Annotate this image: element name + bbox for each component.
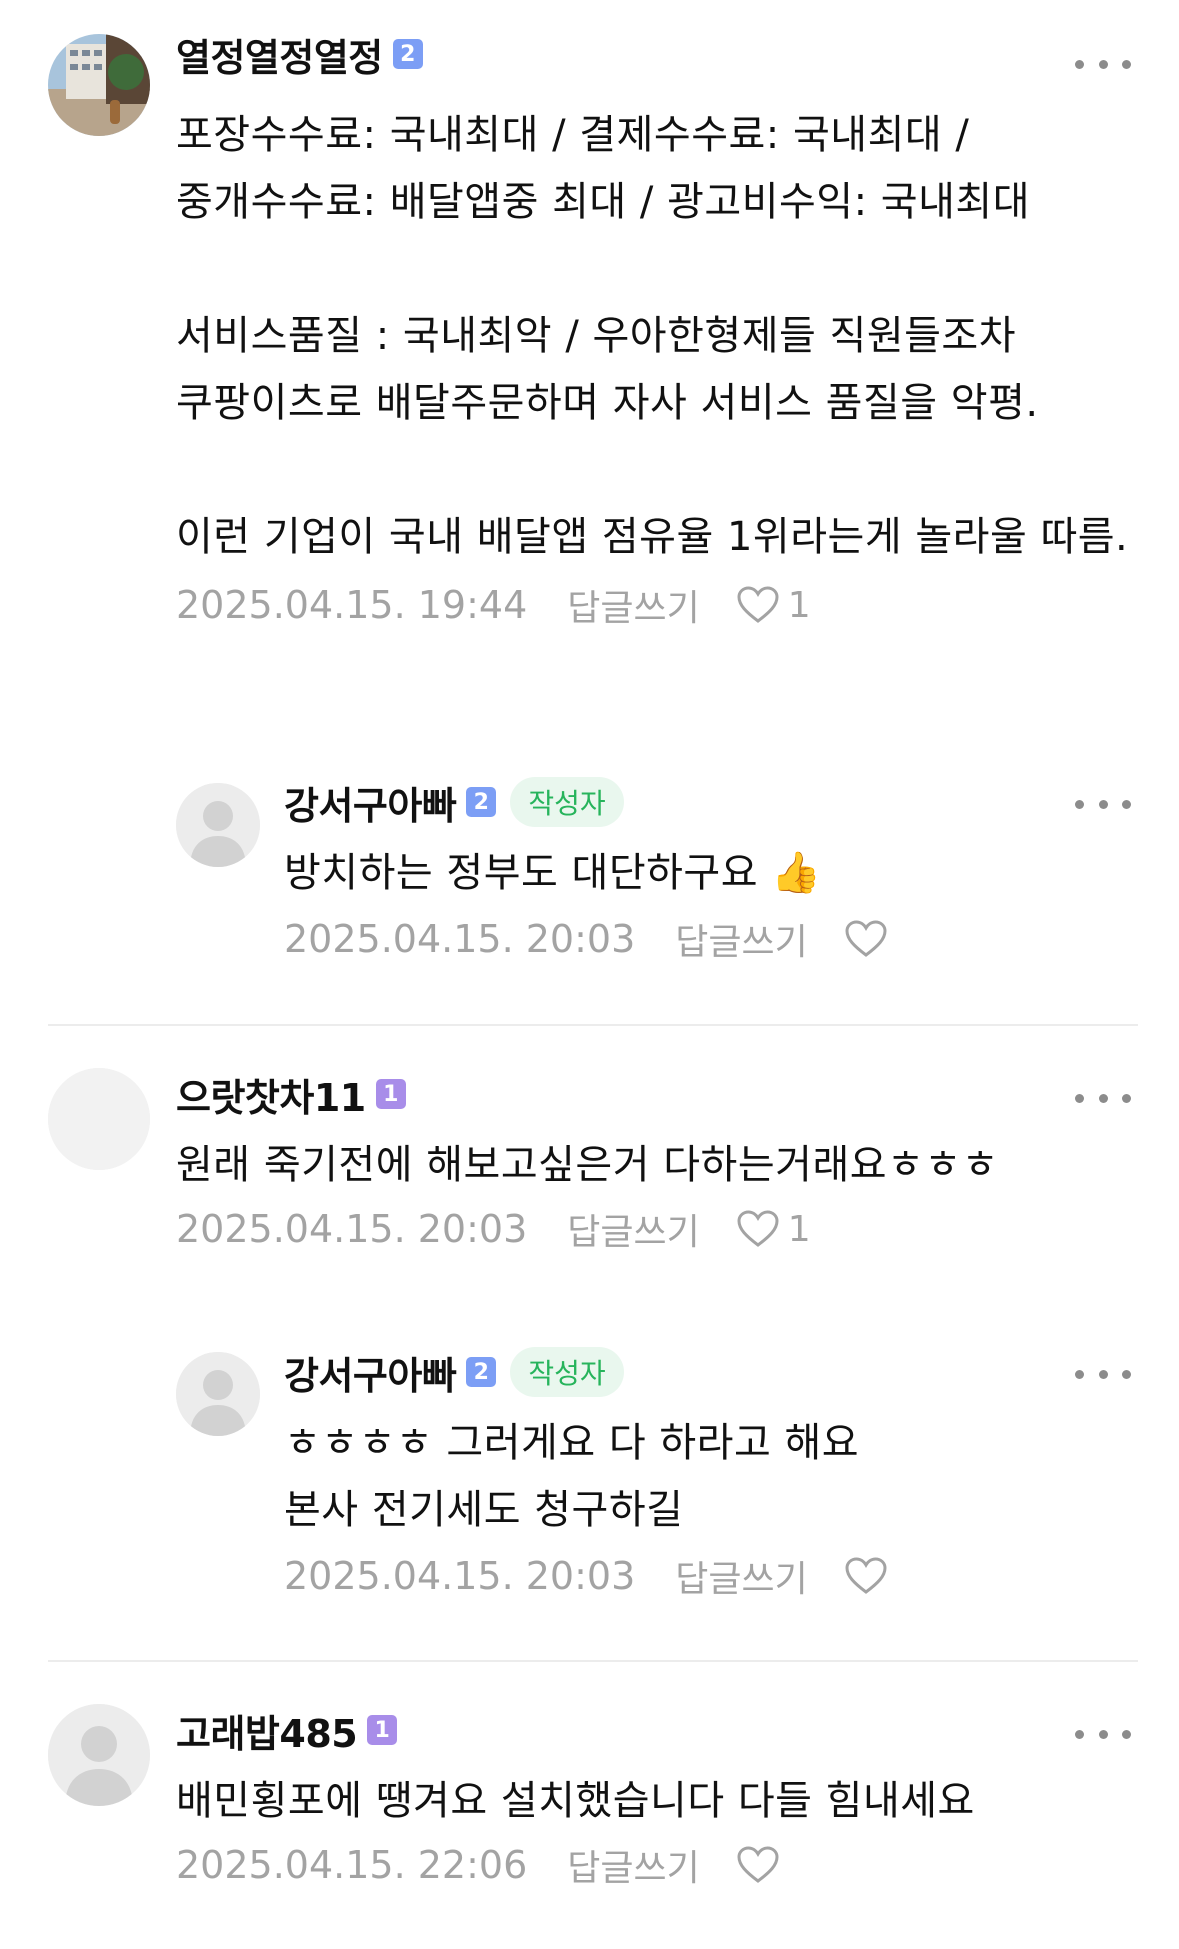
heart-icon — [737, 1210, 779, 1247]
avatar[interactable] — [176, 783, 260, 867]
blank-avatar-icon — [48, 1068, 150, 1170]
dot-icon — [1075, 799, 1084, 809]
dot-icon — [1122, 59, 1131, 69]
comment-text: 방치하는 정부도 대단하구요 👍 — [284, 850, 822, 896]
like-count: 1 — [787, 584, 811, 626]
reply-button[interactable]: 답글쓰기 — [567, 1203, 699, 1255]
divider — [48, 1024, 1138, 1026]
heart-icon — [845, 1557, 887, 1594]
comment-text: ㅎㅎㅎㅎ 그러게요 다 하라고 해요 본사 전기세도 청구하길 — [284, 1420, 860, 1533]
divider — [48, 1660, 1138, 1662]
level-badge: 1 — [367, 1715, 398, 1745]
default-person-avatar-icon — [176, 1352, 260, 1436]
dot-icon — [1122, 799, 1131, 809]
dot-icon — [1122, 1729, 1131, 1739]
comment-text: 원래 죽기전에 해보고싶은거 다하는거래요ㅎㅎㅎ — [176, 1142, 999, 1188]
reply-button[interactable]: 답글쓰기 — [675, 913, 807, 965]
like-button[interactable]: 1 — [736, 1209, 811, 1250]
dot-icon — [1075, 1093, 1084, 1103]
dot-icon — [1075, 1369, 1084, 1379]
comment-date: 2025.04.15. 22:06 — [176, 1843, 528, 1887]
default-person-avatar-icon — [176, 783, 260, 867]
level-badge: 2 — [466, 1357, 497, 1387]
reply-button[interactable]: 답글쓰기 — [675, 1550, 807, 1602]
nickname[interactable]: 열정열정열정 — [176, 27, 383, 82]
heart-icon — [737, 1846, 779, 1883]
level-badge: 2 — [392, 39, 423, 69]
avatar[interactable] — [176, 1352, 260, 1436]
like-count: 1 — [787, 1208, 811, 1250]
comment-date: 2025.04.15. 19:44 — [176, 583, 528, 627]
author-badge: 작성자 — [510, 777, 624, 827]
heart-icon — [845, 920, 887, 957]
comment-text: 배민횡포에 땡겨요 설치했습니다 다들 힘내세요 — [176, 1778, 975, 1824]
nickname[interactable]: 으랏찻차11 — [176, 1067, 366, 1122]
street-photo-avatar-icon — [48, 34, 150, 136]
dot-icon — [1098, 1729, 1108, 1739]
dot-icon — [1098, 799, 1108, 809]
comment-text: 포장수수료: 국내최대 / 결제수수료: 국내최대 / 중개수수료: 배달앱중 … — [176, 112, 1129, 560]
like-button[interactable] — [736, 1845, 788, 1885]
more-options-button[interactable] — [1075, 784, 1131, 824]
dot-icon — [1098, 1369, 1108, 1379]
comment-date: 2025.04.15. 20:03 — [284, 1554, 636, 1598]
default-person-avatar-icon — [48, 1704, 150, 1806]
dot-icon — [1122, 1369, 1131, 1379]
more-options-button[interactable] — [1075, 1078, 1131, 1118]
dot-icon — [1098, 59, 1108, 69]
like-button[interactable] — [844, 919, 896, 959]
more-options-button[interactable] — [1075, 1714, 1131, 1754]
avatar[interactable] — [48, 1704, 150, 1806]
dot-icon — [1075, 1729, 1084, 1739]
nickname[interactable]: 고래밥485 — [176, 1703, 358, 1758]
level-badge: 2 — [466, 787, 497, 817]
comment-date: 2025.04.15. 20:03 — [284, 917, 636, 961]
level-badge: 1 — [375, 1079, 406, 1109]
reply-button[interactable]: 답글쓰기 — [567, 1839, 699, 1891]
more-options-button[interactable] — [1075, 44, 1131, 84]
avatar[interactable] — [48, 34, 150, 136]
reply-button[interactable]: 답글쓰기 — [567, 579, 699, 631]
heart-icon — [737, 586, 779, 623]
comment-date: 2025.04.15. 20:03 — [176, 1207, 528, 1251]
dot-icon — [1098, 1093, 1108, 1103]
like-button[interactable] — [844, 1556, 896, 1596]
dot-icon — [1122, 1093, 1131, 1103]
author-badge: 작성자 — [510, 1347, 624, 1397]
dot-icon — [1075, 59, 1084, 69]
nickname[interactable]: 강서구아빠 — [284, 775, 457, 830]
avatar[interactable] — [48, 1068, 150, 1170]
nickname[interactable]: 강서구아빠 — [284, 1345, 457, 1400]
like-button[interactable]: 1 — [736, 585, 811, 626]
more-options-button[interactable] — [1075, 1354, 1131, 1394]
